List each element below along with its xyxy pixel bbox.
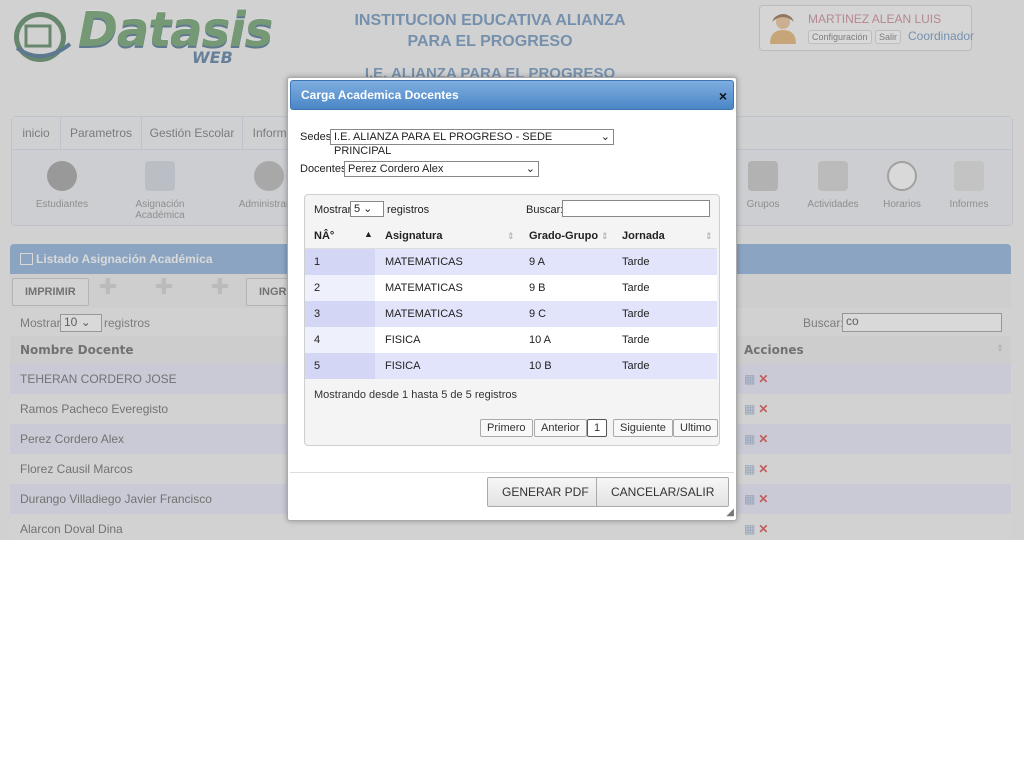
page-size-value: 5: [354, 203, 361, 215]
generate-pdf-button[interactable]: GENERAR PDF: [487, 477, 604, 507]
table-info: Mostrando desde 1 hasta 5 de 5 registros: [314, 389, 518, 401]
cell-jornada: Tarde: [622, 334, 650, 346]
docentes-select[interactable]: Perez Cordero Alex ⌄: [344, 161, 539, 177]
pager-prev-button[interactable]: Anterior: [534, 419, 587, 437]
chevron-down-icon: ⌄: [600, 131, 610, 143]
cell-grado: 9 A: [529, 256, 545, 268]
table-row[interactable]: 1 MATEMATICAS 9 A Tarde: [305, 249, 717, 275]
cell-jornada: Tarde: [622, 308, 650, 320]
cell-grado: 9 B: [529, 282, 546, 294]
sedes-select[interactable]: I.E. ALIANZA PARA EL PROGRESO - SEDE PRI…: [330, 129, 614, 157]
sort-icon[interactable]: ⇕: [601, 224, 609, 248]
pager-page-button[interactable]: 1: [587, 419, 608, 437]
cell-number: 3: [314, 308, 321, 320]
cell-jornada: Tarde: [622, 256, 650, 268]
cell-number: 4: [314, 334, 321, 346]
cell-asignatura: MATEMATICAS: [385, 256, 463, 268]
search-input[interactable]: [562, 200, 710, 217]
col-grado-grupo[interactable]: Grado-Grupo: [529, 224, 598, 248]
cell-number: 1: [314, 256, 321, 268]
docentes-select-value: Perez Cordero Alex: [348, 163, 444, 175]
pager-first-button[interactable]: Primero: [480, 419, 533, 437]
cell-asignatura: FISICA: [385, 360, 421, 372]
cell-asignatura: MATEMATICAS: [385, 282, 463, 294]
sort-icon[interactable]: ⇕: [507, 224, 515, 248]
carga-academica-dialog: Carga Academica Docentes × Sedes I.E. AL…: [287, 77, 737, 521]
close-icon[interactable]: ×: [719, 82, 727, 110]
cell-number: 2: [314, 282, 321, 294]
pager-last-button[interactable]: Ultimo: [673, 419, 719, 437]
cell-grado: 9 C: [529, 308, 547, 320]
dialog-title-bar[interactable]: Carga Academica Docentes ×: [290, 80, 734, 110]
col-number[interactable]: NÂ°: [314, 224, 334, 248]
show-label: Mostrar: [314, 204, 352, 216]
search-label: Buscar:: [526, 204, 564, 216]
sort-icon[interactable]: ⇕: [705, 224, 713, 248]
sort-asc-icon[interactable]: ▲: [364, 222, 373, 246]
docentes-label: Docentes: [300, 163, 347, 175]
cell-jornada: Tarde: [622, 360, 650, 372]
pager-next-button[interactable]: Siguiente: [613, 419, 673, 437]
cell-jornada: Tarde: [622, 282, 650, 294]
cell-asignatura: FISICA: [385, 334, 421, 346]
table-row[interactable]: 5 FISICA 10 B Tarde: [305, 353, 717, 379]
table-row[interactable]: 2 MATEMATICAS 9 B Tarde: [305, 275, 717, 301]
page-background: Datasis WEB INSTITUCION EDUCATIVA ALIANZ…: [0, 0, 1024, 540]
resize-handle-icon[interactable]: ◢: [726, 507, 734, 518]
cell-number: 5: [314, 360, 321, 372]
records-label: registros: [387, 204, 430, 216]
col-asignatura[interactable]: Asignatura: [385, 224, 442, 248]
page-size-select[interactable]: 5 ⌄: [350, 201, 384, 217]
col-jornada[interactable]: Jornada: [622, 224, 665, 248]
cell-grado: 10 B: [529, 360, 552, 372]
cell-asignatura: MATEMATICAS: [385, 308, 463, 320]
sedes-label: Sedes: [300, 131, 332, 143]
cell-grado: 10 A: [529, 334, 552, 346]
dialog-title: Carga Academica Docentes: [301, 88, 459, 102]
courses-table-wrapper: Mostrar 5 ⌄ registros Buscar: NÂ° ▲ Asig…: [304, 194, 720, 446]
table-row[interactable]: 3 MATEMATICAS 9 C Tarde: [305, 301, 717, 327]
table-header-row: NÂ° ▲ Asignatura ⇕ Grado-Grupo ⇕ Jornada…: [305, 224, 717, 249]
cancel-button[interactable]: CANCELAR/SALIR: [596, 477, 730, 507]
table-row[interactable]: 4 FISICA 10 A Tarde: [305, 327, 717, 353]
chevron-down-icon: ⌄: [525, 163, 535, 175]
sedes-select-value: I.E. ALIANZA PARA EL PROGRESO - SEDE PRI…: [334, 131, 553, 157]
dialog-divider: [290, 472, 734, 473]
